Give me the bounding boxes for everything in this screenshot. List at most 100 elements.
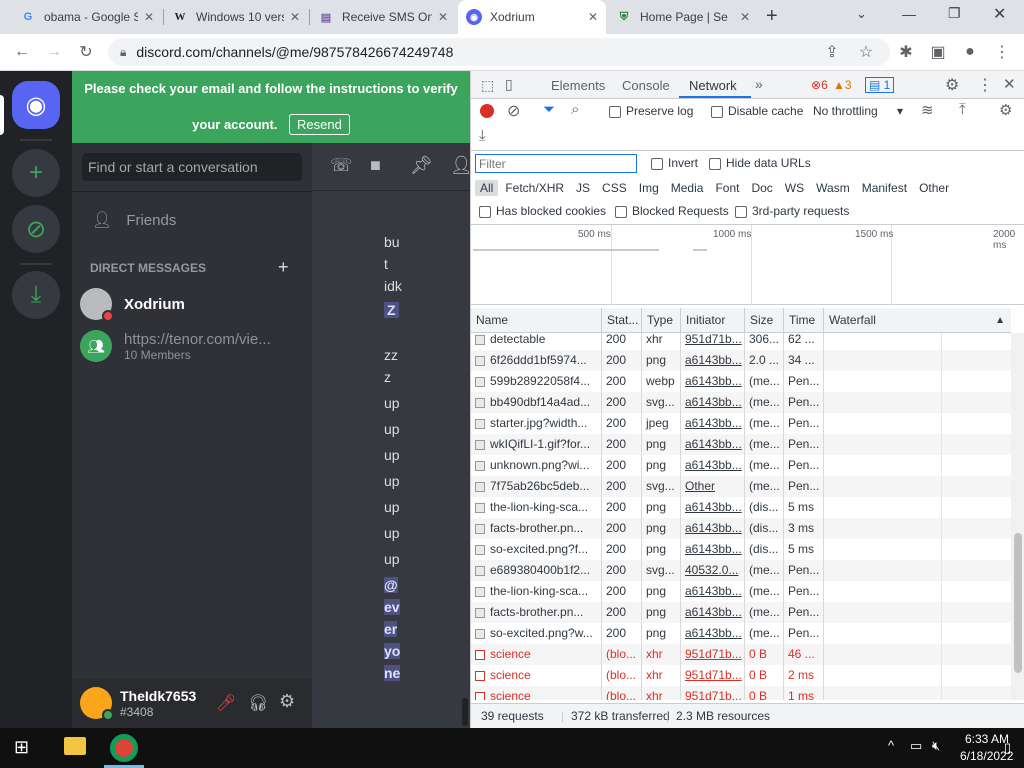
download-icon[interactable]: ⤓: [12, 271, 60, 319]
cell-initiator[interactable]: a6143bb...: [681, 581, 745, 602]
windows-start-icon[interactable]: ⊞: [14, 737, 29, 758]
col-name[interactable]: Name: [471, 308, 602, 333]
warning-count[interactable]: ▲3: [833, 78, 852, 92]
cell-initiator[interactable]: 951d71b...: [681, 686, 745, 700]
forward-icon[interactable]: →: [42, 40, 66, 64]
preserve-log-checkbox[interactable]: Preserve log: [609, 104, 693, 118]
blocked-cookies-checkbox[interactable]: Has blocked cookies: [479, 204, 606, 218]
export-har-icon[interactable]: ⤓: [479, 127, 486, 144]
network-settings-icon[interactable]: ⚙: [999, 101, 1012, 119]
minimize-icon[interactable]: —: [902, 6, 916, 22]
user-avatar[interactable]: [80, 687, 114, 721]
table-row[interactable]: facts-brother.pn... 200 png a6143bb... (dis.…: [471, 518, 1011, 539]
disable-cache-checkbox[interactable]: Disable cache: [711, 104, 803, 118]
dm-item-xodrium[interactable]: Xodrium: [80, 283, 304, 325]
add-server-icon[interactable]: +: [12, 149, 60, 197]
tab-google[interactable]: G obama - Google Search ✕: [12, 0, 162, 34]
pin-icon[interactable]: 📌︎: [410, 155, 433, 176]
cell-initiator[interactable]: 951d71b...: [681, 644, 745, 665]
cell-initiator[interactable]: a6143bb...: [681, 497, 745, 518]
devtools-close-icon[interactable]: ✕: [1003, 75, 1016, 93]
message-count[interactable]: ▤ 1: [865, 77, 895, 93]
table-row[interactable]: 7f75ab26bc5deb... 200 svg... Other (me... Pen…: [471, 476, 1011, 497]
tab-xodrium[interactable]: ◉ Xodrium ✕: [458, 0, 606, 34]
table-row[interactable]: e689380400b1f2... 200 svg... 40532.0... (me.…: [471, 560, 1011, 581]
inspect-icon[interactable]: ⬚: [481, 77, 494, 94]
search-icon[interactable]: ⌕: [571, 101, 579, 118]
close-icon[interactable]: ✕: [588, 10, 598, 24]
clear-icon[interactable]: ⊘: [507, 101, 520, 121]
cell-initiator[interactable]: a6143bb...: [681, 392, 745, 413]
tab-home-page[interactable]: ⛨ Home Page | Se ✕: [608, 0, 758, 34]
tab-wikipedia[interactable]: W Windows 10 version ✕: [164, 0, 308, 34]
restore-icon[interactable]: ❐: [948, 5, 961, 22]
blocked-requests-checkbox[interactable]: Blocked Requests: [615, 204, 729, 218]
notifications-icon[interactable]: ▯: [1004, 740, 1011, 756]
table-scrollbar[interactable]: [1011, 333, 1024, 700]
window-close-icon[interactable]: ✕: [993, 4, 1006, 24]
mute-mic-icon[interactable]: 🎤︎: [216, 693, 236, 713]
cell-initiator[interactable]: 951d71b...: [681, 333, 745, 350]
cell-initiator[interactable]: a6143bb...: [681, 413, 745, 434]
table-row[interactable]: wkIQifLI-1.gif?for... 200 png a6143bb... (me…: [471, 434, 1011, 455]
explore-compass-icon[interactable]: ⊘: [12, 205, 60, 253]
invert-checkbox[interactable]: Invert: [651, 156, 698, 170]
close-icon[interactable]: ✕: [438, 10, 448, 24]
devtools-menu-icon[interactable]: ⋮: [977, 75, 993, 95]
share-icon[interactable]: ⇪: [820, 40, 844, 64]
table-row[interactable]: science (blo... xhr 951d71b... 0 B 46 ...: [471, 644, 1011, 665]
third-party-checkbox[interactable]: 3rd-party requests: [735, 204, 849, 218]
type-filter-other[interactable]: Other: [914, 180, 954, 196]
cell-initiator[interactable]: a6143bb...: [681, 602, 745, 623]
cell-initiator[interactable]: a6143bb...: [681, 350, 745, 371]
close-icon[interactable]: ✕: [740, 10, 750, 24]
tab-elements[interactable]: Elements: [551, 78, 605, 93]
video-icon[interactable]: ■: [370, 155, 381, 176]
tab-network[interactable]: Network: [689, 78, 737, 93]
address-bar[interactable]: 🔒︎ discord.com/channels/@me/987578426674…: [108, 38, 890, 66]
table-row[interactable]: detectable 200 xhr 951d71b... 306... 62 ...: [471, 333, 1011, 350]
cell-initiator[interactable]: a6143bb...: [681, 518, 745, 539]
call-icon[interactable]: ☏: [330, 155, 353, 176]
back-icon[interactable]: ←: [10, 40, 34, 64]
type-filter-media[interactable]: Media: [666, 180, 709, 196]
cell-initiator[interactable]: a6143bb...: [681, 623, 745, 644]
settings-gear-icon[interactable]: ⚙: [279, 691, 295, 712]
col-waterfall[interactable]: Waterfall ▲: [824, 308, 1011, 333]
discord-home-icon[interactable]: ◉: [12, 81, 60, 129]
col-initiator[interactable]: Initiator: [681, 308, 745, 333]
col-status[interactable]: Stat...: [602, 308, 642, 333]
table-row[interactable]: the-lion-king-sca... 200 png a6143bb... (dis…: [471, 497, 1011, 518]
headphones-icon[interactable]: 🎧︎: [248, 693, 268, 713]
chat-scrollbar[interactable]: [462, 698, 468, 726]
type-filter-ws[interactable]: WS: [780, 180, 809, 196]
type-filter-js[interactable]: JS: [571, 180, 595, 196]
filter-input[interactable]: [475, 154, 637, 173]
type-filter-all[interactable]: All: [475, 180, 499, 196]
clock-time[interactable]: 6:33 AM: [965, 732, 1009, 746]
table-row[interactable]: science (blo... xhr 951d71b... 0 B2 ms: [471, 665, 1011, 686]
table-row[interactable]: facts-brother.pn... 200 png a6143bb... (me..…: [471, 602, 1011, 623]
menu-kebab-icon[interactable]: ⋮: [990, 40, 1014, 64]
network-tray-icon[interactable]: ▭: [910, 738, 922, 754]
dm-search-input[interactable]: Find or start a conversation: [82, 153, 302, 181]
table-row[interactable]: 6f26ddd1bf5974... 200 png a6143bb... 2.0 ...…: [471, 350, 1011, 371]
cell-initiator[interactable]: a6143bb...: [681, 539, 745, 560]
tray-chevron-icon[interactable]: ^: [888, 738, 894, 753]
cell-initiator[interactable]: 951d71b...: [681, 665, 745, 686]
type-filter-fetchxhr[interactable]: Fetch/XHR: [500, 180, 569, 196]
table-row[interactable]: unknown.png?wi... 200 png a6143bb... (me... P…: [471, 455, 1011, 476]
volume-muted-icon[interactable]: 🔇︎: [932, 738, 940, 754]
more-tabs-icon[interactable]: »: [755, 76, 763, 92]
type-filter-doc[interactable]: Doc: [746, 180, 777, 196]
cell-initiator[interactable]: a6143bb...: [681, 455, 745, 476]
type-filter-css[interactable]: CSS: [597, 180, 632, 196]
cell-initiator[interactable]: 40532.0...: [681, 560, 745, 581]
friends-nav-item[interactable]: 👤︎ Friends: [80, 199, 304, 241]
cell-initiator[interactable]: a6143bb...: [681, 434, 745, 455]
device-toolbar-icon[interactable]: ▯: [505, 76, 513, 93]
filter-funnel-icon[interactable]: ⏷: [543, 101, 555, 118]
tab-console[interactable]: Console: [622, 78, 670, 93]
type-filter-font[interactable]: Font: [710, 180, 744, 196]
new-tab-button[interactable]: +: [766, 5, 778, 28]
